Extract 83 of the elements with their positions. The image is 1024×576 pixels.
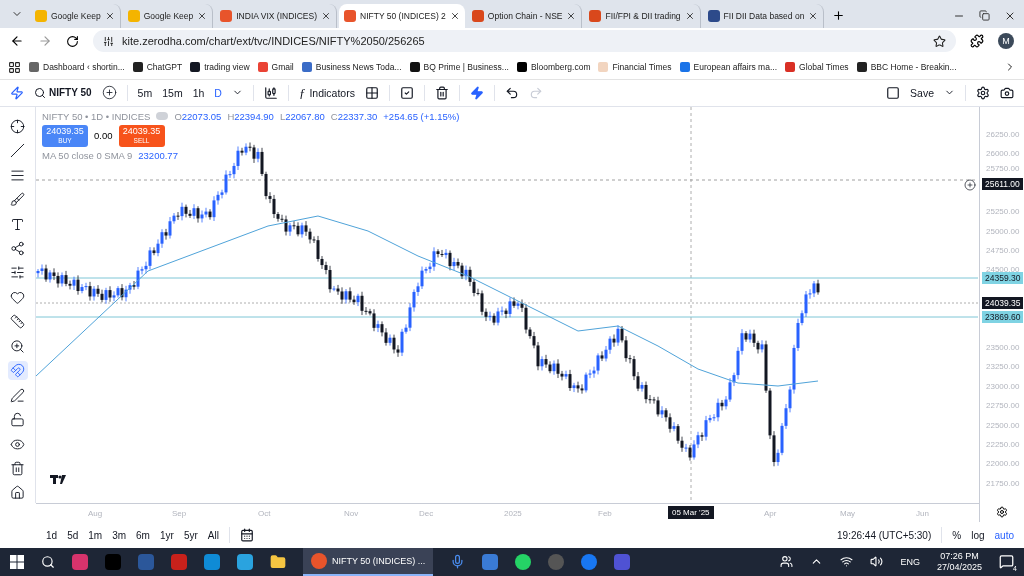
axis-label: 22250.00 bbox=[986, 439, 1020, 449]
axis-label: 26250.00 bbox=[986, 129, 1020, 139]
range-button[interactable]: All bbox=[207, 529, 219, 541]
bookmark[interactable]: European affairs ma... bbox=[679, 62, 777, 73]
axis-label: 26000.00 bbox=[986, 148, 1020, 158]
axis-label: 25750.00 bbox=[986, 163, 1020, 173]
axis-label: Jun bbox=[916, 508, 929, 518]
browser-tab[interactable]: FII/FPI & DII trading bbox=[584, 3, 701, 28]
scale-option[interactable]: auto bbox=[994, 529, 1014, 541]
range-button[interactable]: 1yr bbox=[159, 529, 174, 541]
last-price-label: 24039.35 bbox=[982, 296, 1024, 309]
axis-label: 25000.00 bbox=[986, 226, 1020, 236]
axis-label: 22500.00 bbox=[986, 420, 1020, 430]
browser-tab[interactable]: Option Chain - NSE bbox=[466, 3, 583, 28]
browser-tab[interactable]: Google Keep bbox=[122, 3, 214, 28]
function-icon[interactable]: ƒ bbox=[298, 84, 306, 101]
axis-label: Apr bbox=[764, 508, 777, 518]
bookmark[interactable]: Financial Times bbox=[598, 62, 672, 73]
scale-option[interactable]: % bbox=[952, 529, 962, 541]
alert-price-label: 25611.00 bbox=[982, 177, 1023, 190]
axis-label: Aug bbox=[88, 508, 103, 518]
url-text: kite.zerodha.com/chart/ext/tvc/INDICES/NIFTY%2050/256265 bbox=[122, 35, 425, 48]
axis-label: 24500.00 bbox=[986, 264, 1020, 274]
interval-option[interactable]: 1h bbox=[192, 86, 205, 99]
browser-tab[interactable]: INDIA VIX (INDICES) bbox=[215, 3, 337, 28]
axis-label: 23500.00 bbox=[986, 342, 1020, 352]
bookmark[interactable]: Bloomberg.com bbox=[516, 62, 591, 73]
symbol-name[interactable]: NIFTY 50 bbox=[49, 87, 92, 99]
axis-label: May bbox=[840, 508, 856, 518]
language-indicator[interactable]: ENG bbox=[900, 557, 920, 567]
browser-tab[interactable]: Google Keep bbox=[30, 3, 121, 28]
address-bar[interactable]: kite.zerodha.com/chart/ext/tvc/INDICES/NIFTY%2050/256265 bbox=[93, 30, 956, 53]
bookmark[interactable]: Business News Toda... bbox=[301, 62, 402, 73]
crosshair-date-label: 05 Mar '25 bbox=[668, 505, 714, 519]
range-button[interactable]: 1d bbox=[46, 529, 58, 541]
axis-label: Dec bbox=[419, 508, 434, 518]
line-price-label: 23869.60 bbox=[982, 310, 1024, 323]
ohlc-value: C22337.30 bbox=[330, 110, 378, 122]
indicators-button[interactable]: Indicators bbox=[309, 86, 355, 99]
range-button[interactable]: 3m bbox=[112, 529, 127, 541]
taskbar-clock[interactable]: 07:26 PM 27/04/2025 bbox=[936, 551, 982, 573]
range-button[interactable]: 1m bbox=[88, 529, 103, 541]
scale-option[interactable]: log bbox=[971, 529, 985, 541]
axis-label: Sep bbox=[172, 508, 187, 518]
interval-option[interactable]: 5m bbox=[137, 86, 153, 99]
axis-label: 2025 bbox=[504, 508, 522, 518]
axis-label: Oct bbox=[258, 508, 271, 518]
axis-label: 21750.00 bbox=[986, 478, 1020, 488]
range-button[interactable]: 5yr bbox=[183, 529, 198, 541]
line-price-label: 24359.30 bbox=[982, 271, 1024, 284]
axis-label: 22000.00 bbox=[986, 458, 1020, 468]
range-button[interactable]: 6m bbox=[136, 529, 150, 541]
indicator-label: MA 50 close 0 SMA 9 bbox=[42, 149, 133, 161]
ohlc-value: O22073.05 bbox=[174, 110, 222, 122]
clock-text: 19:26:44 (UTC+5:30) bbox=[837, 529, 932, 541]
axis-label: 22750.00 bbox=[986, 400, 1020, 410]
axis-label: 24750.00 bbox=[986, 245, 1020, 255]
price-change: +254.65 (+1.15%) bbox=[383, 110, 460, 122]
bookmark[interactable]: Global Times bbox=[785, 62, 849, 73]
profile-avatar[interactable]: M bbox=[998, 33, 1014, 50]
interval-option[interactable]: 15m bbox=[162, 86, 183, 99]
axis-label: Nov bbox=[344, 508, 359, 518]
taskbar-window-button[interactable]: NIFTY 50 (INDICES) ... bbox=[303, 548, 434, 576]
save-button[interactable]: Save bbox=[910, 86, 934, 99]
bookmark[interactable]: ChatGPT bbox=[132, 62, 183, 73]
axis-label: 23250.00 bbox=[986, 361, 1020, 371]
browser-tab[interactable]: NIFTY 50 (INDICES) 2 bbox=[339, 3, 465, 28]
range-button[interactable]: 5d bbox=[67, 529, 79, 541]
bookmark[interactable]: BQ Prime | Business... bbox=[409, 62, 509, 73]
symbol-title: NIFTY 50 • 1D • INDICES bbox=[42, 110, 151, 122]
axis-label: 25250.00 bbox=[986, 206, 1020, 216]
bookmark[interactable]: Gmail bbox=[257, 62, 294, 73]
browser-tab[interactable]: FII DII Data based on bbox=[702, 3, 825, 28]
axis-label: Feb bbox=[598, 508, 612, 518]
bookmark[interactable]: Dashboard ‹ shortin... bbox=[29, 62, 125, 73]
spread-value: 0.00 bbox=[94, 130, 113, 142]
bookmark[interactable]: BBC Home - Breakin... bbox=[856, 62, 957, 73]
ohlc-value: L22067.80 bbox=[279, 110, 325, 122]
interval-option[interactable]: D bbox=[214, 86, 222, 99]
ohlc-value: H22394.90 bbox=[227, 110, 274, 122]
axis-label: 23000.00 bbox=[986, 381, 1020, 391]
bookmark[interactable]: trading view bbox=[190, 62, 250, 73]
indicator-value: 23200.77 bbox=[138, 149, 178, 161]
